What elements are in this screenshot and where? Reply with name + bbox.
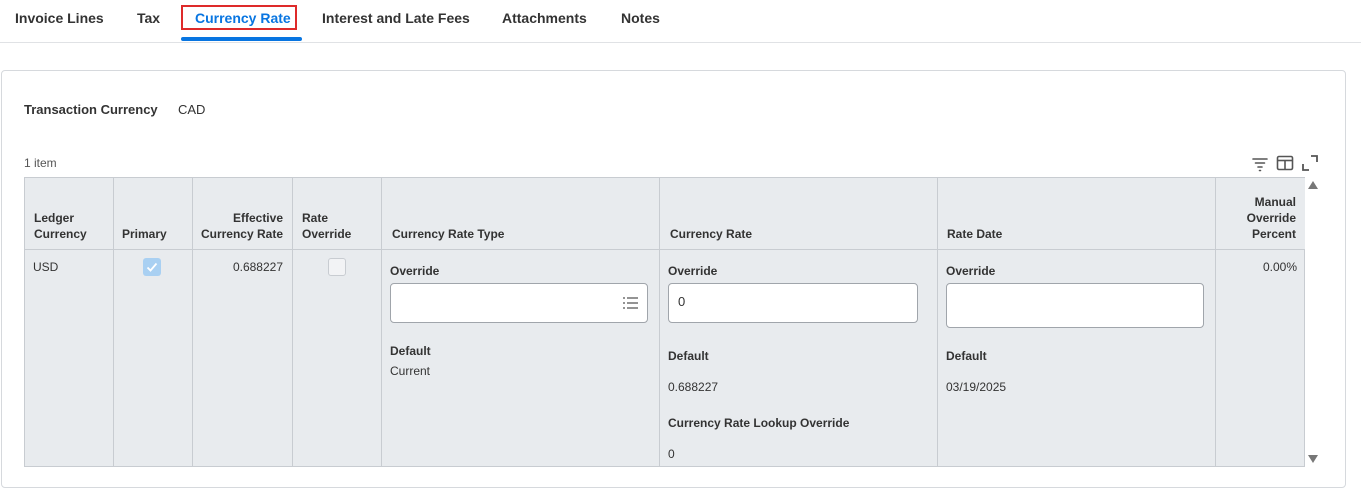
header-ledger-currency-line1: Ledger: [34, 211, 75, 225]
currency-rate-override-input[interactable]: 0: [668, 283, 918, 323]
checkmark-icon: [146, 262, 158, 272]
header-rate-date-label: Rate Date: [947, 227, 1003, 241]
header-currency-rate-type-label: Currency Rate Type: [392, 227, 505, 241]
rate-override-checkbox[interactable]: [328, 258, 346, 276]
rate-type-default-value: Current: [390, 364, 431, 378]
header-rate-override-line1: Rate: [302, 211, 329, 225]
header-manual-line2: Override: [1246, 211, 1296, 225]
header-currency-rate: Currency Rate: [660, 178, 938, 250]
currency-rate-grid: Ledger Currency Primary Effective Currency…: [24, 177, 1305, 467]
table-row: USD: [25, 250, 114, 467]
currency-rate-type-cell: Override Default Current: [382, 250, 660, 467]
rate-date-override-input[interactable]: [946, 283, 1204, 328]
header-primary: Primary: [114, 178, 193, 250]
item-count: 1 item: [24, 156, 57, 170]
header-effective-currency-rate: Effective Currency Rate: [193, 178, 293, 250]
tab-currency-rate[interactable]: Currency Rate: [195, 10, 291, 26]
header-ledger-currency: Ledger Currency: [25, 178, 114, 250]
rate-type-override-label: Override: [390, 264, 440, 278]
columns-icon[interactable]: [1275, 153, 1295, 173]
header-rate-override: Rate Override: [293, 178, 382, 250]
filter-icon[interactable]: [1250, 153, 1270, 173]
transaction-currency-value: CAD: [178, 102, 206, 117]
currency-rate-default-label: Default: [668, 349, 709, 363]
header-primary-label: Primary: [122, 227, 167, 241]
rate-type-default-label: Default: [390, 344, 431, 358]
tab-tax[interactable]: Tax: [137, 10, 160, 26]
effective-rate-cell: 0.688227: [193, 250, 293, 467]
tab-invoice-lines[interactable]: Invoice Lines: [15, 10, 104, 26]
header-rate-date: Rate Date: [938, 178, 1216, 250]
rate-date-override-label: Override: [946, 264, 996, 278]
transaction-currency-label: Transaction Currency: [24, 102, 158, 117]
manual-override-percent-cell: 0.00%: [1216, 250, 1305, 467]
list-prompt-icon[interactable]: [622, 295, 639, 311]
rate-type-override-prompt[interactable]: [390, 283, 648, 323]
rate-date-default-label: Default: [946, 349, 987, 363]
header-effective-line1: Effective: [232, 211, 283, 225]
manual-override-percent-value: 0.00%: [1262, 260, 1297, 274]
scroll-up-icon[interactable]: [1307, 180, 1319, 190]
effective-rate-value: 0.688227: [232, 260, 283, 274]
currency-rate-override-label: Override: [668, 264, 718, 278]
tab-interest-and-late-fees[interactable]: Interest and Late Fees: [322, 10, 470, 26]
tab-bar: Invoice Lines Tax Currency Rate Interest…: [0, 0, 1361, 43]
currency-rate-default-value: 0.688227: [668, 380, 719, 394]
tab-notes[interactable]: Notes: [621, 10, 660, 26]
expand-icon[interactable]: [1300, 153, 1320, 173]
currency-rate-cell: Override 0 Default 0.688227 Currency Rat…: [660, 250, 938, 467]
currency-rate-lookup-override-label: Currency Rate Lookup Override: [668, 416, 850, 430]
header-manual-line1: Manual: [1254, 195, 1296, 209]
tab-attachments[interactable]: Attachments: [502, 10, 587, 26]
currency-rate-override-value: 0: [678, 294, 686, 309]
header-currency-rate-type: Currency Rate Type: [382, 178, 660, 250]
ledger-currency-value: USD: [33, 260, 59, 274]
rate-override-cell: [293, 250, 382, 467]
header-effective-line2: Currency Rate: [200, 227, 283, 241]
currency-rate-lookup-override-value: 0: [668, 447, 675, 461]
header-manual-line3: Percent: [1251, 227, 1296, 241]
rate-date-default-value: 03/19/2025: [946, 380, 1007, 394]
header-manual-override-percent: Manual Override Percent: [1216, 178, 1305, 250]
active-tab-underline: [181, 37, 302, 41]
primary-cell: [114, 250, 193, 467]
header-currency-rate-label: Currency Rate: [670, 227, 753, 241]
primary-checkbox[interactable]: [143, 258, 161, 276]
header-ledger-currency-line2: Currency: [34, 227, 87, 241]
scroll-down-icon[interactable]: [1307, 454, 1319, 464]
rate-date-cell: Override Default 03/19/2025: [938, 250, 1216, 467]
header-rate-override-line2: Override: [302, 227, 352, 241]
